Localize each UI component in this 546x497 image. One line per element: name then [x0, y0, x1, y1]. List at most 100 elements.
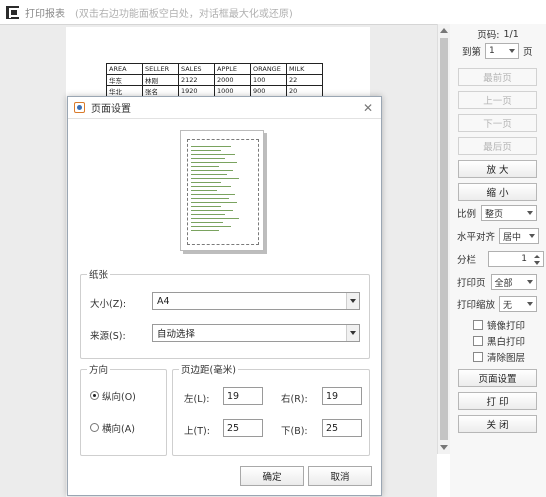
thumb-text-line — [191, 222, 223, 223]
landscape-label: 横向(A) — [102, 424, 135, 435]
next-page-button[interactable]: 下一页 — [458, 114, 537, 132]
thumb-text-line — [191, 226, 231, 227]
mirror-print-row[interactable]: 镜像打印 — [450, 318, 546, 332]
bw-print-row[interactable]: 黑白打印 — [450, 334, 546, 348]
portrait-radio[interactable] — [90, 391, 99, 400]
table-row: AREA SELLER SALES APPLE ORANGE MILK — [106, 63, 323, 75]
prev-page-button[interactable]: 上一页 — [458, 91, 537, 109]
table-cell: 22 — [286, 74, 323, 86]
thumb-text-line — [191, 194, 235, 195]
goto-page-value: 1 — [489, 46, 495, 56]
bottom-margin-input[interactable]: 25 — [322, 419, 362, 437]
columns-label: 分栏 — [457, 255, 477, 266]
thumb-text-line — [191, 186, 231, 187]
zoom-in-button[interactable]: 放 大 — [458, 160, 537, 178]
columns-row: 分栏 1 — [450, 251, 546, 267]
right-margin-input[interactable]: 19 — [322, 387, 362, 405]
table-cell: 20 — [286, 85, 323, 97]
left-margin-input[interactable]: 19 — [223, 387, 263, 405]
print-button[interactable]: 打 印 — [458, 392, 537, 410]
chevron-down-icon — [527, 302, 534, 306]
thumb-text-line — [191, 198, 229, 199]
paper-source-select[interactable]: 自动选择 — [152, 324, 360, 342]
print-pages-label: 打印页 — [457, 278, 486, 289]
table-cell: AREA — [106, 63, 143, 75]
table-cell: MILK — [286, 63, 323, 75]
first-page-button[interactable]: 最前页 — [458, 68, 537, 86]
paper-source-value: 自动选择 — [157, 329, 196, 340]
app-icon — [6, 5, 19, 19]
page-setup-dialog: 页面设置 ✕ 纸张 大小(Z): A4 来源(S): 自动选择 方向 纵向(O)… — [67, 96, 382, 496]
ok-button[interactable]: 确定 — [240, 466, 304, 486]
halign-select[interactable]: 居中 — [499, 228, 540, 244]
report-table: AREA SELLER SALES APPLE ORANGE MILK 华东 林… — [106, 63, 323, 97]
columns-spinner[interactable]: 1 — [488, 251, 545, 267]
mirror-print-checkbox[interactable] — [473, 320, 483, 330]
top-margin-input[interactable]: 25 — [223, 419, 263, 437]
cancel-button[interactable]: 取消 — [308, 466, 372, 486]
thumb-text-line — [191, 230, 219, 231]
table-cell: SALES — [178, 63, 215, 75]
right-margin-label: 右(R): — [281, 394, 308, 405]
table-cell: 2122 — [178, 74, 215, 86]
scroll-down-icon[interactable] — [440, 445, 448, 450]
paper-group-label: 纸张 — [89, 270, 109, 281]
table-cell: APPLE — [214, 63, 251, 75]
table-row: 华东 林刚 2122 2000 100 22 — [106, 74, 323, 86]
goto-page-row: 到第 1 页 — [450, 43, 546, 59]
table-cell: 900 — [250, 85, 287, 97]
table-cell: 张名 — [142, 85, 179, 97]
size-label: 大小(Z): — [90, 299, 127, 310]
print-pages-select[interactable]: 全部 — [490, 274, 537, 290]
table-cell: 华北 — [106, 85, 143, 97]
scroll-thumb[interactable] — [440, 38, 448, 440]
portrait-label: 纵向(O) — [102, 392, 136, 403]
page-setup-button[interactable]: 页面设置 — [458, 369, 537, 387]
clear-layers-label: 清除图层 — [487, 353, 526, 364]
last-page-button[interactable]: 最后页 — [458, 137, 537, 155]
close-button[interactable]: 关 闭 — [458, 415, 537, 433]
close-icon[interactable]: ✕ — [363, 101, 373, 115]
halign-value: 居中 — [503, 232, 522, 243]
spin-up-icon[interactable] — [534, 255, 541, 258]
chevron-down-icon — [526, 280, 533, 284]
print-scale-row: 打印缩放 无 — [450, 296, 546, 312]
goto-suffix: 页 — [523, 47, 533, 58]
columns-value: 1 — [521, 254, 528, 264]
paper-group: 纸张 — [80, 267, 370, 359]
table-cell: 林刚 — [142, 74, 179, 86]
chevron-down-icon — [509, 49, 516, 53]
chevron-down-icon[interactable] — [346, 293, 359, 309]
vertical-scrollbar[interactable] — [437, 24, 450, 454]
table-cell: 1000 — [214, 85, 251, 97]
thumb-text-line — [191, 162, 237, 163]
thumb-text-line — [191, 206, 221, 207]
zoom-out-button[interactable]: 缩 小 — [458, 183, 537, 201]
dialog-title-bar[interactable]: 页面设置 ✕ — [68, 97, 381, 119]
paper-size-value: A4 — [157, 295, 170, 307]
paper-size-select[interactable]: A4 — [152, 292, 360, 310]
thumb-text-line — [191, 214, 225, 215]
scale-value: 整页 — [485, 209, 504, 220]
scale-select[interactable]: 整页 — [481, 205, 538, 221]
clear-layers-row[interactable]: 清除图层 — [450, 350, 546, 364]
thumb-text-line — [191, 210, 233, 211]
margins-group-label: 页边距(毫米) — [181, 365, 236, 376]
java-icon — [74, 102, 85, 113]
thumb-text-line — [191, 158, 225, 159]
chevron-down-icon[interactable] — [346, 325, 359, 341]
thumb-text-line — [191, 178, 239, 179]
control-panel: 页码: 1/1 到第 1 页 最前页 上一页 下一页 最后页 放 大 缩 小 比… — [450, 24, 546, 497]
table-cell: ORANGE — [250, 63, 287, 75]
thumb-text-line — [191, 154, 235, 155]
goto-page-select[interactable]: 1 — [485, 43, 520, 59]
print-scale-select[interactable]: 无 — [499, 296, 538, 312]
print-scale-label: 打印缩放 — [457, 300, 496, 311]
scroll-up-icon[interactable] — [440, 28, 448, 33]
bw-print-checkbox[interactable] — [473, 336, 483, 346]
thumb-text-line — [191, 182, 221, 183]
landscape-radio[interactable] — [90, 423, 99, 432]
clear-layers-checkbox[interactable] — [473, 352, 483, 362]
thumb-text-line — [191, 166, 219, 167]
spin-down-icon[interactable] — [534, 261, 541, 265]
